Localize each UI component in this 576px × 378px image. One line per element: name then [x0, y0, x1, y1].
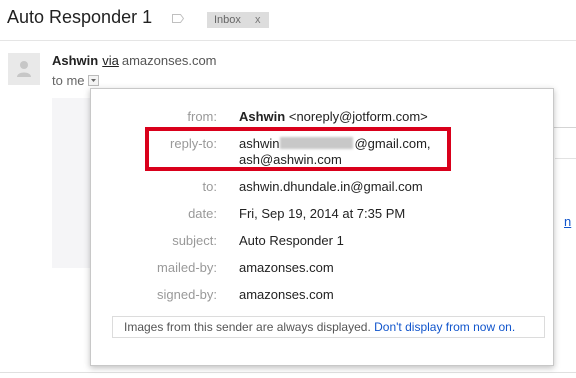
mailed-by-label: mailed-by: — [157, 260, 217, 275]
via-link[interactable]: via — [102, 53, 119, 68]
inbox-label-text: Inbox — [214, 14, 241, 26]
signed-by-value: amazonses.com — [239, 287, 334, 302]
message-body-background — [52, 98, 92, 268]
subject-value: Auto Responder 1 — [239, 233, 344, 248]
to-value: ashwin.dhundale.in@gmail.com — [239, 179, 423, 194]
recipient-summary: to me — [52, 73, 85, 88]
dont-display-images-link[interactable]: Don't display from now on. — [374, 320, 515, 334]
subject-label: subject: — [172, 233, 217, 248]
sender-line: Ashwin via amazonses.com — [52, 53, 217, 68]
partial-body-link[interactable]: n — [564, 214, 571, 229]
default-avatar-icon — [17, 61, 31, 77]
signed-by-label: signed-by: — [157, 287, 217, 302]
bottom-divider — [0, 372, 576, 373]
caret-down-icon — [91, 79, 96, 82]
from-label: from: — [187, 109, 217, 124]
date-value: Fri, Sep 19, 2014 at 7:35 PM — [239, 206, 406, 221]
images-notice: Images from this sender are always displ… — [112, 316, 545, 338]
body-divider — [552, 127, 576, 128]
show-details-button[interactable] — [88, 75, 99, 86]
mailed-by-value: amazonses.com — [239, 260, 334, 275]
message-details-popup: from: Ashwin <noreply@jotform.com> reply… — [90, 88, 554, 366]
avatar — [8, 53, 40, 85]
header-divider — [0, 40, 576, 41]
from-value: Ashwin <noreply@jotform.com> — [239, 109, 428, 124]
label-tag-icon[interactable] — [172, 14, 184, 23]
body-divider-secondary — [555, 158, 576, 159]
date-label: date: — [188, 206, 217, 221]
sender-name[interactable]: Ashwin — [52, 53, 98, 68]
reply-to-highlight-box — [145, 127, 451, 171]
from-email: <noreply@jotform.com> — [288, 109, 428, 124]
subject-bar: Auto Responder 1 Inbox x — [0, 0, 576, 40]
images-notice-text: Images from this sender are always displ… — [124, 320, 371, 334]
via-domain: amazonses.com — [121, 53, 217, 68]
inbox-label-chip[interactable]: Inbox x — [207, 12, 269, 28]
to-label: to: — [202, 179, 217, 194]
remove-label-icon[interactable]: x — [255, 12, 261, 28]
from-name: Ashwin — [239, 109, 286, 124]
email-subject-title: Auto Responder 1 — [7, 7, 153, 27]
